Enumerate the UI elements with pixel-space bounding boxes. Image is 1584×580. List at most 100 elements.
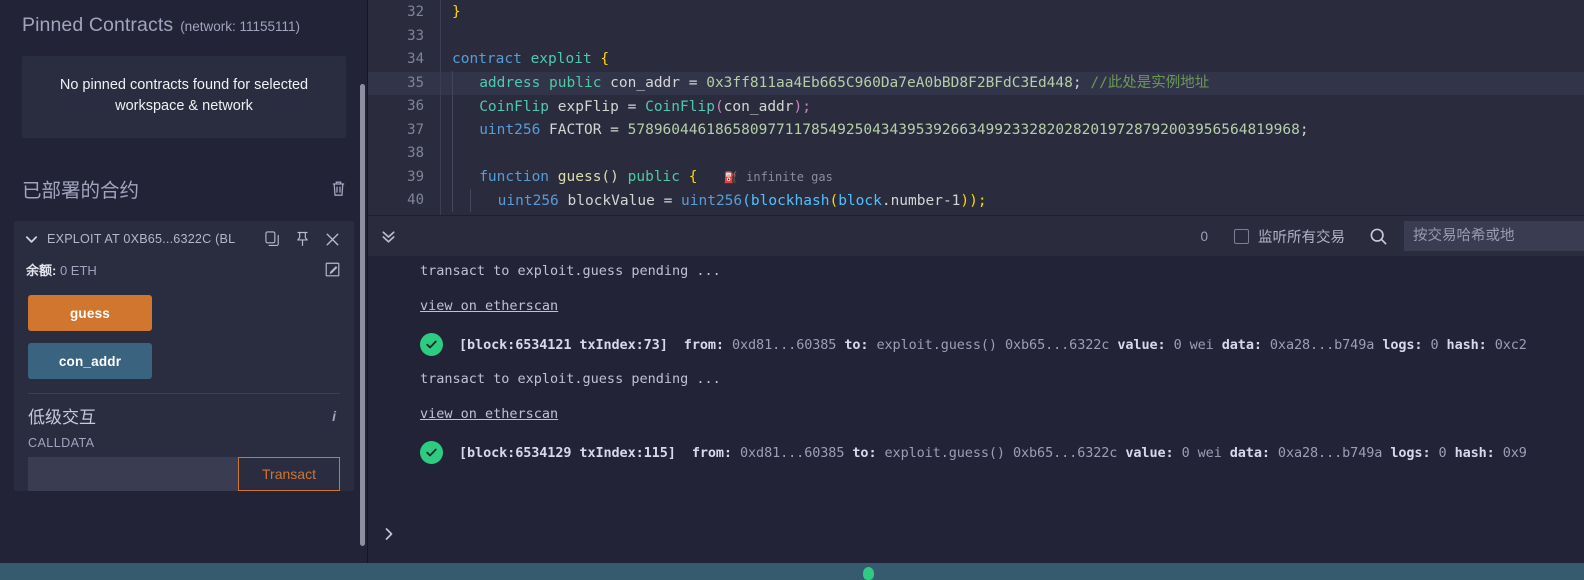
code-token: = — [627, 98, 637, 115]
tx-value: 0 wei — [1181, 444, 1222, 461]
search-icon[interactable] — [1369, 227, 1404, 246]
code-token: block — [838, 192, 882, 209]
contract-card-header[interactable]: EXPLOIT AT 0XB65...6322C (BL — [14, 221, 354, 256]
code-token: blockValue — [567, 192, 655, 209]
tx-to-addr: 0xb65...6322c — [1004, 336, 1110, 353]
etherscan-link[interactable]: view on etherscan — [368, 395, 1584, 433]
calldata-input[interactable] — [28, 457, 238, 491]
chevrons-down-icon[interactable] — [368, 228, 408, 245]
terminal-search-input[interactable] — [1404, 221, 1584, 251]
line-number: 33 — [407, 27, 424, 44]
contract-balance-row: 余额: 0 ETH — [14, 256, 354, 291]
deployed-contracts-title: 已部署的合约 — [22, 180, 140, 202]
code-token: )); — [960, 192, 987, 209]
code-token: function — [479, 168, 550, 185]
edit-icon[interactable] — [325, 262, 340, 278]
status-bar — [368, 563, 1584, 580]
line-number: 37 — [407, 121, 424, 138]
editor-and-terminal-pane: 32 } 33 34 contract exploit { 35 address… — [368, 0, 1584, 580]
status-indicator-icon — [863, 567, 874, 580]
pinned-contracts-empty-message: No pinned contracts found for selected w… — [22, 56, 346, 138]
code-token: CoinFlip — [479, 98, 550, 115]
chevron-down-icon[interactable] — [24, 232, 39, 247]
trash-icon[interactable] — [331, 180, 346, 197]
editor-line-active: 35 address public con_addr = 0x3ff811aa4… — [368, 71, 1584, 95]
tx-from: 0xd81...60385 — [731, 336, 837, 353]
close-icon[interactable] — [325, 232, 340, 247]
function-button-con_addr[interactable]: con_addr — [28, 343, 152, 379]
line-number: 39 — [407, 168, 424, 185]
tx-value: 0 wei — [1173, 336, 1214, 353]
log-transaction-row[interactable]: [block:6534121 txIndex:73] from: 0xd81..… — [368, 325, 1584, 364]
editor-line: 34 contract exploit { — [368, 48, 1584, 72]
tx-block: [block:6534121 txIndex:73] — [459, 336, 668, 353]
log-transaction-text: [block:6534121 txIndex:73] from: 0xd81..… — [459, 337, 1527, 353]
function-button-guess[interactable]: guess — [28, 295, 152, 331]
code-token: ); — [793, 98, 811, 115]
tx-value-label: value: — [1125, 444, 1174, 461]
line-number: 32 — [407, 4, 424, 20]
code-token: con_addr — [723, 98, 794, 115]
code-token: guess() — [558, 169, 619, 185]
info-icon[interactable]: i — [332, 408, 340, 424]
log-transaction-text: [block:6534129 txIndex:115] from: 0xd81.… — [459, 445, 1527, 461]
code-token: { — [688, 168, 698, 185]
tx-to-label: to: — [844, 336, 869, 353]
tx-from: 0xd81...60385 — [739, 444, 845, 461]
line-number: 35 — [407, 74, 424, 91]
code-token: .number-1 — [881, 192, 961, 209]
listen-all-checkbox[interactable] — [1234, 228, 1249, 244]
editor-line: 38 — [368, 141, 1584, 166]
deploy-run-sidebar: Pinned Contracts (network: 11155111) No … — [0, 0, 368, 580]
code-token-fnname: guess() — [557, 168, 619, 185]
deployed-contract-card: EXPLOIT AT 0XB65...6322C (BL 余额: 0 ETH g… — [14, 221, 354, 491]
terminal-log-count: 0 — [1200, 228, 1208, 244]
listen-all-transactions[interactable]: 监听所有交易 — [1234, 226, 1369, 247]
code-token: } — [452, 4, 461, 20]
code-token: = — [688, 74, 698, 91]
code-token: uint256 — [681, 192, 743, 209]
tx-data-label: data: — [1221, 336, 1262, 353]
transact-button[interactable]: Transact — [238, 457, 340, 491]
tx-from-label: from: — [691, 444, 732, 461]
success-icon — [420, 333, 443, 356]
code-editor[interactable]: 32 } 33 34 contract exploit { 35 address… — [368, 0, 1584, 215]
line-number: 38 — [407, 145, 424, 161]
editor-line: 37 uint256 FACTOR = 57896044618658097711… — [368, 118, 1584, 143]
code-token: public — [549, 74, 602, 91]
copy-icon[interactable] — [265, 231, 280, 247]
success-icon — [420, 441, 443, 464]
code-token: uint256 — [497, 192, 559, 209]
tx-to: exploit.guess() — [884, 444, 1006, 461]
pin-icon[interactable] — [295, 231, 310, 247]
code-token: con_addr — [610, 74, 681, 91]
tx-hash: 0x9 — [1502, 444, 1527, 461]
code-token: contract — [452, 51, 522, 67]
contract-card-label: EXPLOIT AT 0XB65...6322C (BL — [47, 232, 236, 246]
tx-block: [block:6534129 txIndex:115] — [459, 444, 676, 461]
tx-logs-label: logs: — [1390, 444, 1431, 461]
log-transaction-row[interactable]: [block:6534129 txIndex:115] from: 0xd81.… — [368, 433, 1584, 472]
log-pending: transact to exploit.guess pending ... — [420, 371, 721, 387]
tx-hash-label: hash: — [1446, 336, 1487, 353]
code-token: public — [627, 168, 681, 185]
line-number: 40 — [407, 192, 424, 208]
contract-balance-label: 余额: — [26, 263, 57, 278]
code-token: address — [479, 74, 541, 91]
code-token: exploit — [530, 51, 592, 67]
chevron-right-icon[interactable] — [382, 526, 396, 542]
tx-to-label: to: — [852, 444, 877, 461]
code-token: { — [600, 51, 610, 67]
tx-logs: 0 — [1430, 336, 1439, 353]
listen-all-label: 监听所有交易 — [1258, 229, 1345, 246]
editor-line: 33 — [368, 25, 1584, 49]
etherscan-link[interactable]: view on etherscan — [368, 287, 1584, 325]
code-token-factor: 5789604461865809771178549250434395392663… — [627, 121, 1300, 138]
terminal-log[interactable]: transact to exploit.guess pending ... vi… — [368, 256, 1584, 558]
tx-value-label: value: — [1117, 336, 1166, 353]
log-pending: transact to exploit.guess pending ... — [420, 263, 721, 279]
sidebar-scrollbar[interactable] — [360, 84, 365, 546]
code-token: blockhash — [750, 192, 830, 209]
tx-logs: 0 — [1438, 444, 1447, 461]
tx-to: exploit.guess() — [876, 336, 998, 353]
